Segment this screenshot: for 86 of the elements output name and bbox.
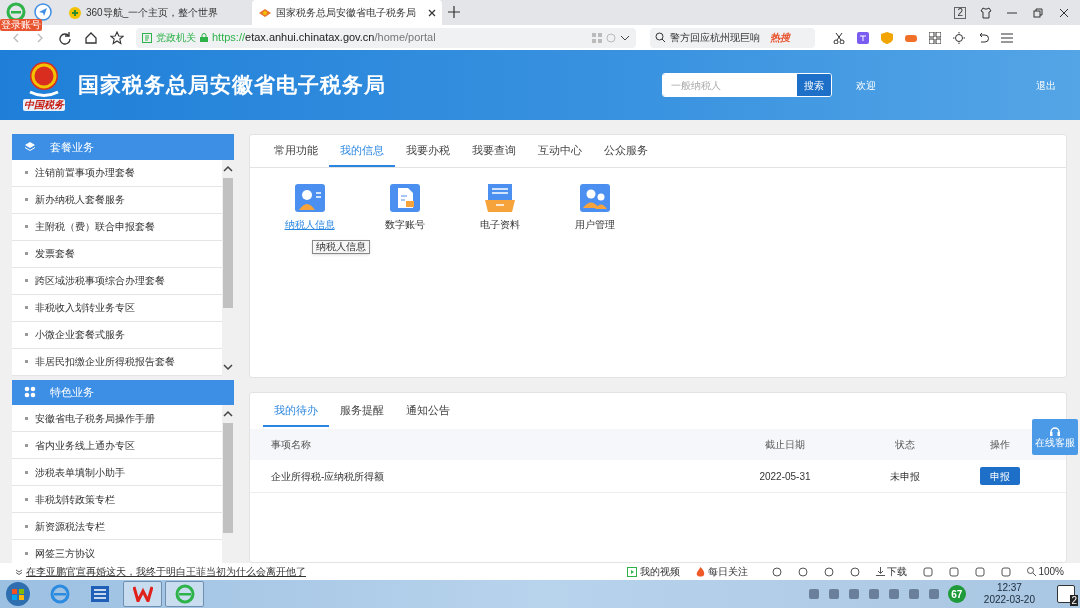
section-title: 套餐业务 (50, 139, 94, 155)
tab[interactable]: 互动中心 (527, 135, 593, 167)
address-bar[interactable]: 党政机关 https://etax.anhui.chinatax.gov.cn/home/portal (136, 27, 636, 48)
logo-caption: 中国税务 (23, 99, 65, 111)
download-icon (876, 567, 886, 576)
ticket-app-icon[interactable] (89, 583, 111, 605)
table-cell-text: 企业所得税-应纳税所得额 (270, 469, 386, 484)
login-badge[interactable]: 登录账号 (0, 19, 42, 31)
table-cell-text: 未申报 (889, 469, 921, 484)
search-icon (655, 32, 666, 43)
tab-title: 国家税务总局安徽省电子税务局 (276, 6, 417, 20)
url-text: https://etax.anhui.chinatax.gov.cn/home/portal (212, 30, 437, 46)
column-header: 状态 (894, 438, 916, 452)
globe-icon (68, 5, 82, 20)
notification-button[interactable]: 2 (1057, 585, 1075, 603)
download-button[interactable]: 下载 (876, 564, 908, 579)
file-tray-icon (484, 184, 515, 212)
menu-icon[interactable] (1001, 31, 1013, 44)
scrollbar[interactable] (222, 159, 234, 376)
translate-icon[interactable] (857, 31, 869, 44)
zoom-button[interactable]: 100% (1027, 564, 1064, 579)
undo-icon[interactable] (977, 31, 989, 44)
security-badge[interactable]: 67 (947, 585, 966, 603)
office-app-icon (132, 586, 153, 602)
column-header: 截止日期 (764, 438, 806, 452)
headset-icon (1049, 425, 1061, 437)
browser-app-icon (174, 584, 195, 604)
shirt-icon[interactable] (980, 6, 992, 19)
tab[interactable]: 通知公告 (395, 395, 461, 427)
declare-button[interactable]: 申报 (980, 467, 1020, 485)
app-shortcut[interactable]: 纳税人信息 (277, 184, 342, 232)
grid-icon[interactable] (929, 31, 941, 44)
browser-tab[interactable]: 360导航_一个主页，整个世界 (62, 0, 252, 25)
column-header: 操作 (989, 438, 1011, 452)
search-field[interactable]: 警方回应杭州现巨响 (670, 30, 766, 45)
start-button-icon[interactable] (5, 581, 31, 607)
app-shortcut[interactable]: 电子资料 (467, 184, 532, 232)
chevron-down-icon (16, 568, 22, 575)
tab-count[interactable]: 2 (954, 6, 966, 19)
flame-icon (696, 566, 706, 577)
tab[interactable]: 公众服务 (593, 135, 659, 167)
browser-tab[interactable]: 国家税务总局安徽省电子税务局 (252, 0, 442, 25)
news-link[interactable]: 在李亚鹏官宣再婚这天，我终于明白王菲当初为什么会离开他了 (26, 564, 306, 579)
play-icon (627, 566, 638, 577)
close-icon[interactable] (1058, 6, 1070, 19)
scrollbar[interactable] (222, 405, 234, 563)
taskbar-button[interactable] (123, 581, 162, 607)
welcome-text: 欢迎 (856, 78, 876, 93)
close-icon[interactable] (428, 8, 436, 17)
tab[interactable]: 我的待办 (263, 395, 329, 427)
grid-icon (24, 386, 36, 399)
restore-icon[interactable] (1032, 6, 1044, 19)
brightness-icon[interactable] (953, 31, 965, 44)
scroll-up-icon[interactable] (223, 163, 233, 174)
new-tab-icon[interactable] (448, 6, 460, 18)
star-icon[interactable] (110, 30, 124, 45)
user-card-icon (294, 184, 325, 212)
tab[interactable]: 常用功能 (263, 135, 329, 167)
tab[interactable]: 我要查询 (461, 135, 527, 167)
video-link[interactable]: 我的视频 (627, 564, 681, 579)
table-cell-text: 2022-05-31 (758, 469, 812, 484)
tab[interactable]: 服务提醒 (329, 395, 395, 427)
browser-logo-icon[interactable] (6, 2, 26, 22)
document-stamp-icon (389, 184, 420, 212)
certificate-icon (142, 32, 152, 43)
app-shortcut[interactable]: 数字账号 (372, 184, 437, 232)
column-header: 事项名称 (270, 438, 312, 452)
tab[interactable]: 我要办税 (395, 135, 461, 167)
site-title: 国家税务总局安徽省电子税务局 (78, 72, 386, 99)
certificate-label: 党政机关 (156, 31, 196, 45)
scroll-down-icon[interactable] (223, 361, 233, 372)
search-icon (1027, 567, 1037, 576)
lock-icon (200, 33, 208, 42)
clock[interactable]: 12:37 2022-03-20 (983, 582, 1035, 606)
scissors-icon[interactable] (833, 31, 845, 44)
home-icon[interactable] (84, 30, 98, 45)
layers-icon (24, 140, 36, 153)
reload-icon[interactable] (58, 30, 72, 45)
users-icon (579, 184, 610, 212)
taskbar-button[interactable] (165, 581, 204, 607)
tab[interactable]: 我的信息 (329, 135, 395, 167)
tooltip: 纳税人信息 (312, 240, 370, 254)
section-title: 特色业务 (50, 385, 94, 401)
app-shortcut[interactable]: 用户管理 (562, 184, 627, 232)
tab-title: 360导航_一个主页，整个世界 (86, 6, 220, 20)
follow-link[interactable]: 每日关注 (696, 564, 749, 579)
